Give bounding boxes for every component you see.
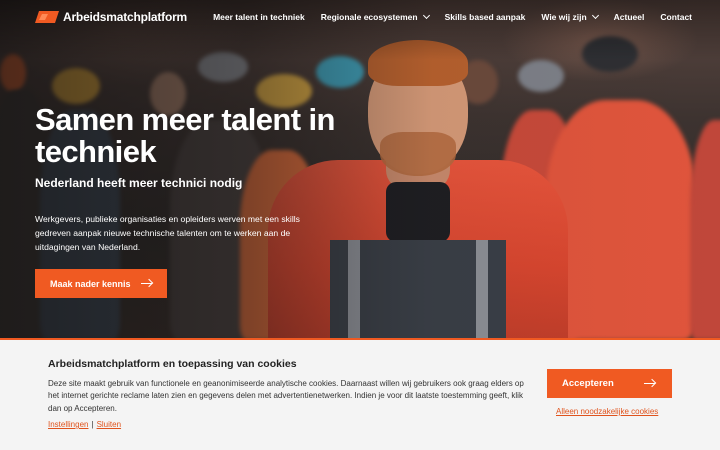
arrow-right-icon <box>643 382 655 385</box>
chevron-down-icon <box>591 11 599 20</box>
nav-label: Regionale ecosystemen <box>320 12 418 22</box>
cta-button[interactable]: Maak nader kennis <box>35 269 167 298</box>
cta-label: Maak nader kennis <box>50 278 131 289</box>
nav-label: Contact <box>660 12 692 22</box>
nav-item-actueel[interactable]: Actueel <box>614 12 645 22</box>
cookie-title: Arbeidsmatchplatform en toepassing van c… <box>48 358 297 370</box>
nav-label: Skills based aanpak <box>444 12 526 22</box>
logo-text: Arbeidsmatchplatform <box>63 10 188 24</box>
chevron-down-icon <box>422 11 430 20</box>
hero-description: Werkgevers, publieke organisaties en opl… <box>35 214 300 252</box>
site-logo[interactable]: Arbeidsmatchplatform <box>35 10 187 24</box>
nav-item-wie-wij-zijn[interactable]: Wie wij zijn <box>541 11 599 22</box>
nav-item-skills-based[interactable]: Skills based aanpak <box>445 12 526 22</box>
logo-mark-icon <box>35 11 59 23</box>
nav-label: Meer talent in techniek <box>213 12 305 22</box>
cookie-description: Deze site maakt gebruik van functionele … <box>48 379 524 413</box>
main-menu: Meer talent in techniek Regionale ecosys… <box>213 11 692 22</box>
nav-item-meer-talent[interactable]: Meer talent in techniek <box>213 12 305 22</box>
nav-item-contact[interactable]: Contact <box>660 12 692 22</box>
cookie-banner: Arbeidsmatchplatform en toepassing van c… <box>0 338 720 450</box>
cookie-close-link[interactable]: Sluiten <box>97 420 121 429</box>
nav-item-regionale-ecosystemen[interactable]: Regionale ecosystemen <box>320 11 430 22</box>
hero-subtitle: Nederland heeft meer technici nodig <box>35 176 243 190</box>
accept-label: Accepteren <box>562 378 614 389</box>
nav-label: Actueel <box>613 12 645 22</box>
link-separator: | <box>91 420 94 429</box>
cookie-links: Instellingen | Sluiten <box>48 420 121 429</box>
top-navigation: Arbeidsmatchplatform Meer talent in tech… <box>0 0 720 34</box>
necessary-cookies-link[interactable]: Alleen noodzakelijke cookies <box>556 407 658 416</box>
hero-title: Samen meer talent in techniek <box>35 102 335 169</box>
arrow-right-icon <box>140 282 152 285</box>
nav-label: Wie wij zijn <box>541 12 587 22</box>
accept-cookies-button[interactable]: Accepteren <box>547 369 672 398</box>
cookie-settings-link[interactable]: Instellingen <box>48 420 88 429</box>
